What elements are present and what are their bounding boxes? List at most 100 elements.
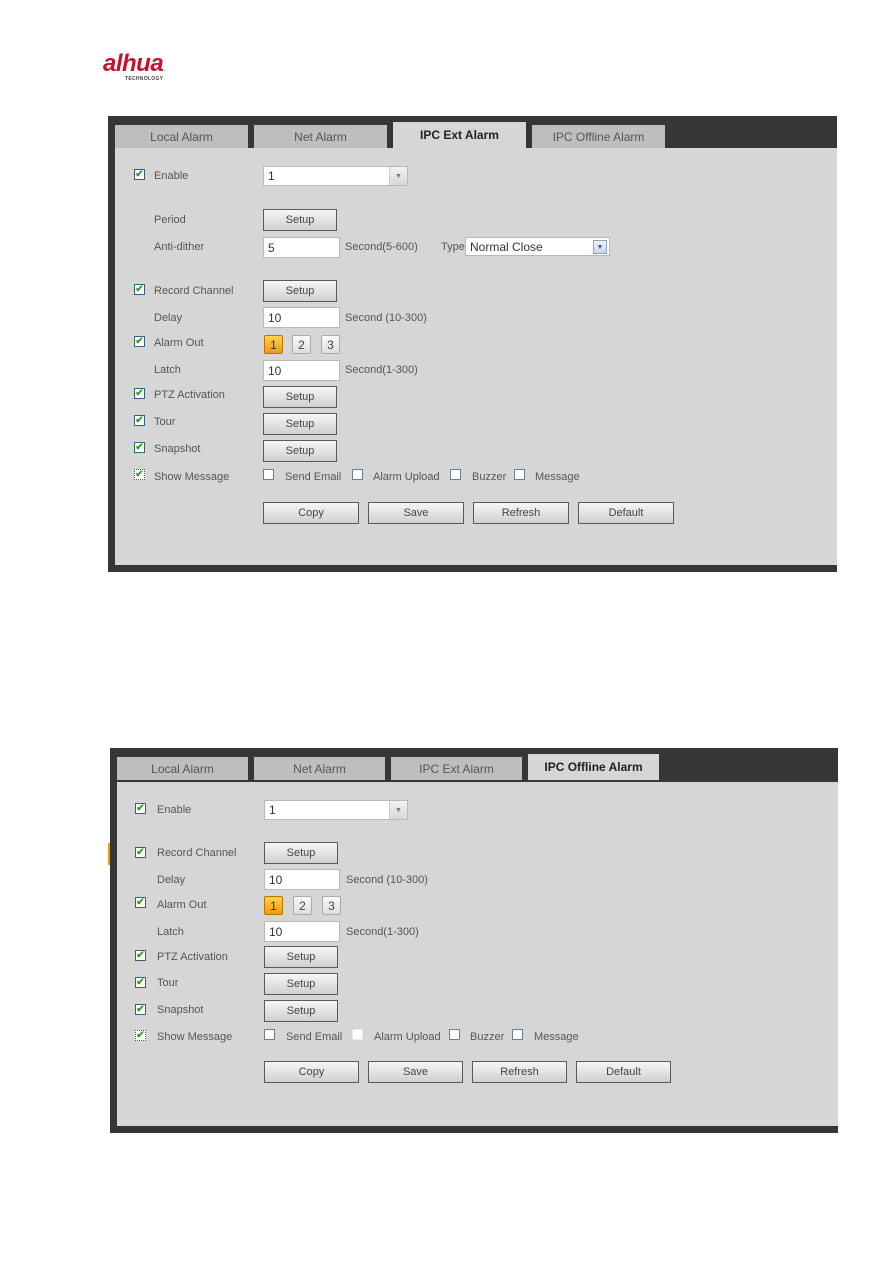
dahua-logo: alhua TECHNOLOGY	[103, 52, 193, 84]
check-icon: ✔	[135, 335, 144, 347]
tour-checkbox[interactable]: ✔	[135, 977, 146, 988]
check-icon: ✔	[135, 283, 144, 295]
snapshot-setup-button[interactable]: Setup	[264, 1000, 338, 1022]
alarm-out-1-button[interactable]: 1	[264, 896, 283, 915]
tab-local-alarm[interactable]: Local Alarm	[117, 757, 248, 780]
ptz-setup-button[interactable]: Setup	[264, 946, 338, 968]
refresh-button[interactable]: Refresh	[472, 1061, 567, 1083]
period-setup-button[interactable]: Setup	[263, 209, 337, 231]
tab-local-alarm[interactable]: Local Alarm	[115, 125, 248, 148]
check-icon: ✔	[136, 976, 145, 988]
tab-ipc-offline-alarm[interactable]: IPC Offline Alarm	[532, 125, 665, 148]
alarm-out-3-button[interactable]: 3	[322, 896, 341, 915]
buzzer-label: Buzzer	[472, 471, 507, 483]
ptz-activation-label: PTZ Activation	[157, 951, 228, 963]
alarm-out-checkbox[interactable]: ✔	[134, 336, 145, 347]
alarm-out-label: Alarm Out	[154, 337, 204, 349]
check-icon: ✔	[136, 1029, 145, 1041]
check-icon: ✔	[136, 1003, 145, 1015]
tour-setup-button[interactable]: Setup	[263, 413, 337, 435]
buzzer-checkbox[interactable]	[450, 469, 461, 480]
enable-checkbox[interactable]: ✔	[134, 169, 145, 180]
channel-select[interactable]: 1 ▼	[263, 166, 408, 186]
latch-input[interactable]: 10	[264, 921, 340, 942]
type-label: Type	[441, 241, 465, 253]
ipc-offline-alarm-panel: Local Alarm Net Alarm IPC Ext Alarm IPC …	[110, 748, 838, 1133]
logo-tagline: TECHNOLOGY	[125, 76, 164, 82]
alarm-out-2-button[interactable]: 2	[293, 896, 312, 915]
anti-dither-label: Anti-dither	[154, 241, 205, 253]
delay-label: Delay	[154, 312, 183, 324]
latch-input[interactable]: 10	[263, 360, 340, 381]
check-icon: ✔	[136, 949, 145, 961]
tour-checkbox[interactable]: ✔	[134, 415, 145, 426]
message-checkbox[interactable]	[514, 469, 525, 480]
check-icon: ✔	[135, 468, 144, 480]
tour-setup-button[interactable]: Setup	[264, 973, 338, 995]
send-email-checkbox[interactable]	[263, 469, 274, 480]
tab-net-alarm[interactable]: Net Alarm	[254, 757, 385, 780]
record-channel-label: Record Channel	[157, 847, 237, 859]
ptz-setup-button[interactable]: Setup	[263, 386, 337, 408]
tab-net-alarm[interactable]: Net Alarm	[254, 125, 387, 148]
delay-unit: Second (10-300)	[345, 312, 427, 324]
record-channel-checkbox[interactable]: ✔	[135, 847, 146, 858]
message-checkbox[interactable]	[512, 1029, 523, 1040]
delay-input[interactable]: 10	[263, 307, 340, 328]
tab-ipc-offline-alarm[interactable]: IPC Offline Alarm	[528, 754, 659, 780]
copy-button[interactable]: Copy	[263, 502, 359, 524]
enable-checkbox[interactable]: ✔	[135, 803, 146, 814]
tab-ipc-ext-alarm[interactable]: IPC Ext Alarm	[393, 122, 526, 148]
record-channel-checkbox[interactable]: ✔	[134, 284, 145, 295]
alarm-out-1-button[interactable]: 1	[264, 335, 283, 354]
type-value: Normal Close	[470, 239, 543, 254]
alarm-out-3-button[interactable]: 3	[321, 335, 340, 354]
alarm-tabs: Local Alarm Net Alarm IPC Ext Alarm IPC …	[117, 754, 659, 780]
message-label: Message	[534, 1031, 579, 1043]
save-button[interactable]: Save	[368, 502, 464, 524]
show-message-label: Show Message	[154, 471, 230, 483]
anti-dither-input[interactable]: 5	[263, 237, 340, 258]
check-icon: ✔	[136, 802, 145, 814]
check-icon: ✔	[136, 846, 145, 858]
ptz-activation-checkbox[interactable]: ✔	[135, 950, 146, 961]
channel-value: 1	[268, 169, 275, 183]
type-select[interactable]: Normal Close ▼	[465, 237, 610, 256]
alarm-upload-label: Alarm Upload	[373, 471, 440, 483]
alarm-out-2-button[interactable]: 2	[292, 335, 311, 354]
copy-button[interactable]: Copy	[264, 1061, 359, 1083]
latch-unit: Second(1-300)	[346, 926, 419, 938]
channel-select[interactable]: 1 ▼	[264, 800, 408, 820]
send-email-label: Send Email	[285, 471, 342, 483]
alarm-upload-checkbox[interactable]	[352, 469, 363, 480]
save-button[interactable]: Save	[368, 1061, 463, 1083]
tour-label: Tour	[157, 977, 179, 989]
snapshot-setup-button[interactable]: Setup	[263, 440, 337, 462]
panel-body: ✔ Enable 1 ▼ Period Setup Anti-dither 5 …	[115, 148, 837, 565]
delay-input[interactable]: 10	[264, 869, 340, 890]
show-message-label: Show Message	[157, 1031, 233, 1043]
tab-ipc-ext-alarm[interactable]: IPC Ext Alarm	[391, 757, 522, 780]
default-button[interactable]: Default	[578, 502, 674, 524]
record-channel-setup-button[interactable]: Setup	[264, 842, 338, 864]
show-message-checkbox[interactable]: ✔	[134, 469, 145, 480]
buzzer-checkbox[interactable]	[449, 1029, 460, 1040]
delay-label: Delay	[157, 874, 186, 886]
latch-label: Latch	[154, 364, 181, 376]
check-icon: ✔	[135, 168, 144, 180]
channel-value: 1	[269, 803, 276, 817]
alarm-out-label: Alarm Out	[157, 899, 207, 911]
snapshot-checkbox[interactable]: ✔	[134, 442, 145, 453]
period-label: Period	[154, 214, 186, 226]
send-email-checkbox[interactable]	[264, 1029, 275, 1040]
default-button[interactable]: Default	[576, 1061, 671, 1083]
refresh-button[interactable]: Refresh	[473, 502, 569, 524]
ptz-activation-checkbox[interactable]: ✔	[134, 388, 145, 399]
record-channel-setup-button[interactable]: Setup	[263, 280, 337, 302]
show-message-checkbox[interactable]: ✔	[135, 1030, 146, 1041]
check-icon: ✔	[135, 441, 144, 453]
alarm-out-checkbox[interactable]: ✔	[135, 897, 146, 908]
panel-body: ✔ Enable 1 ▼ ✔ Record Channel Setup Dela…	[117, 782, 838, 1126]
alarm-upload-checkbox[interactable]	[352, 1029, 363, 1040]
snapshot-checkbox[interactable]: ✔	[135, 1004, 146, 1015]
